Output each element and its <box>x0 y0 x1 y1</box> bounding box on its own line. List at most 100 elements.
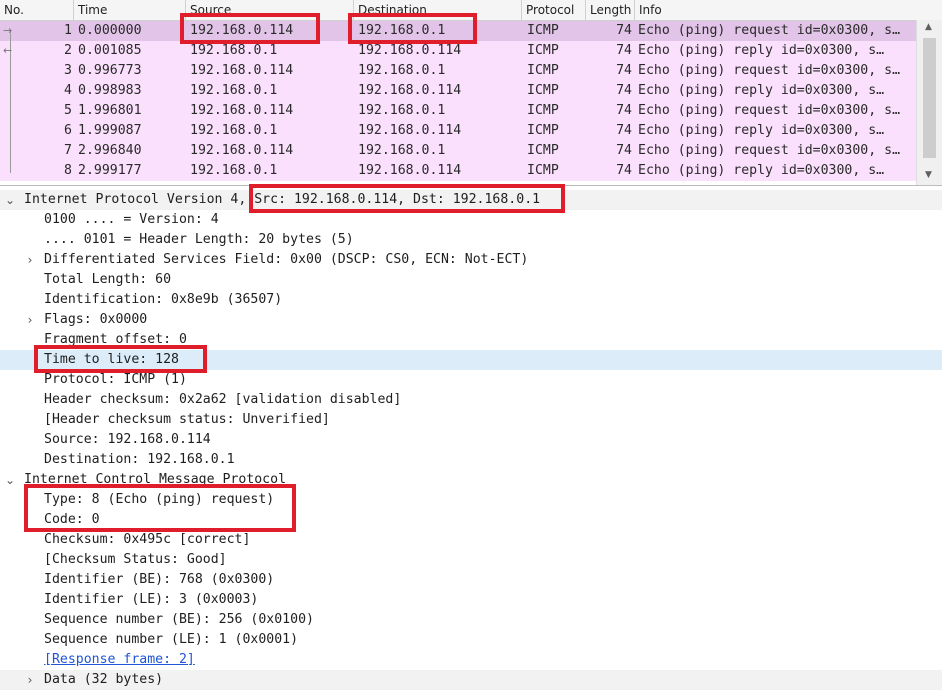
packet-length: 74 <box>616 83 632 98</box>
packet-info: Echo (ping) request id=0x0300, s… <box>638 143 901 158</box>
chevron-right-icon[interactable]: › <box>23 670 37 690</box>
packet-time: 1.996801 <box>78 103 142 118</box>
packet-row[interactable]: 6 1.999087 192.168.0.1 192.168.0.114 ICMP 74 E… <box>0 121 916 141</box>
packet-protocol: ICMP <box>527 163 559 178</box>
packet-time: 0.001085 <box>78 43 142 58</box>
chevron-down-icon[interactable]: ⌄ <box>3 190 17 210</box>
packet-length: 74 <box>616 143 632 158</box>
packet-source: 192.168.0.1 <box>190 43 278 58</box>
packet-length: 74 <box>616 123 632 138</box>
packet-destination: 192.168.0.114 <box>358 83 462 98</box>
packet-source: 192.168.0.114 <box>190 103 294 118</box>
packet-source: 192.168.0.1 <box>190 123 278 138</box>
packet-row[interactable]: 3 0.996773 192.168.0.114 192.168.0.1 ICMP 74 E… <box>0 61 916 81</box>
tree-ip-flags[interactable]: › Flags: 0x0000 <box>0 310 942 330</box>
tree-icmp-header[interactable]: ⌄ Internet Control Message Protocol <box>0 470 942 490</box>
packet-time: 0.998983 <box>78 83 142 98</box>
packet-no: 4 <box>64 83 72 98</box>
packet-row[interactable]: 1 0.000000 192.168.0.114 192.168.0.1 ICMP 74 E… <box>0 21 916 41</box>
packet-no: 5 <box>64 103 72 118</box>
packet-protocol: ICMP <box>527 143 559 158</box>
packet-length: 74 <box>616 63 632 78</box>
packet-list-scrollbar[interactable]: ▲ ▼ <box>916 20 942 185</box>
packet-source: 192.168.0.114 <box>190 63 294 78</box>
packet-protocol: ICMP <box>527 23 559 38</box>
tree-ip-destination[interactable]: Destination: 192.168.0.1 <box>0 450 942 470</box>
packet-row[interactable]: 2 0.001085 192.168.0.1 192.168.0.114 ICMP 74 E… <box>0 41 916 61</box>
packet-destination: 192.168.0.1 <box>358 143 446 158</box>
arrow-left-icon: ← <box>3 44 13 57</box>
column-header-length[interactable]: Length <box>586 0 635 20</box>
column-header-no[interactable]: No. <box>0 0 74 20</box>
tree-ip-header-length[interactable]: .... 0101 = Header Length: 20 bytes (5) <box>0 230 942 250</box>
packet-source: 192.168.0.1 <box>190 163 278 178</box>
packet-info: Echo (ping) reply id=0x0300, s… <box>638 43 885 58</box>
scrollbar-thumb[interactable] <box>923 38 936 158</box>
packet-destination: 192.168.0.114 <box>358 43 462 58</box>
packet-info: Echo (ping) request id=0x0300, s… <box>638 63 901 78</box>
tree-icmp-checksum[interactable]: Checksum: 0x495c [correct] <box>0 530 942 550</box>
tree-ipv4-header[interactable]: ⌄ Internet Protocol Version 4, Src: 192.… <box>0 190 942 210</box>
tree-ip-header-checksum[interactable]: Header checksum: 0x2a62 [validation disa… <box>0 390 942 410</box>
tree-icmp-type[interactable]: Type: 8 (Echo (ping) request) <box>0 490 942 510</box>
tree-ip-source[interactable]: Source: 192.168.0.114 <box>0 430 942 450</box>
packet-info: Echo (ping) request id=0x0300, s… <box>638 103 901 118</box>
packet-time: 1.999087 <box>78 123 142 138</box>
tree-ip-fragment-offset[interactable]: Fragment offset: 0 <box>0 330 942 350</box>
packet-time: 2.996840 <box>78 143 142 158</box>
packet-source: 192.168.0.1 <box>190 83 278 98</box>
packet-row[interactable]: 8 2.999177 192.168.0.1 192.168.0.114 ICMP 74 E… <box>0 161 916 181</box>
packet-protocol: ICMP <box>527 103 559 118</box>
packet-source: 192.168.0.114 <box>190 143 294 158</box>
tree-ip-checksum-status[interactable]: [Header checksum status: Unverified] <box>0 410 942 430</box>
column-header-destination[interactable]: Destination <box>354 0 522 20</box>
packet-list-header: No. Time Source Destination Protocol Len… <box>0 0 942 21</box>
tree-icmp-response-frame[interactable]: [Response frame: 2] <box>0 650 942 670</box>
column-header-time[interactable]: Time <box>74 0 186 20</box>
packet-info: Echo (ping) reply id=0x0300, s… <box>638 83 885 98</box>
tree-icmp-seq-le[interactable]: Sequence number (LE): 1 (0x0001) <box>0 630 942 650</box>
packet-no: 2 <box>64 43 72 58</box>
packet-time: 0.996773 <box>78 63 142 78</box>
tree-ip-identification[interactable]: Identification: 0x8e9b (36507) <box>0 290 942 310</box>
packet-row[interactable]: 7 2.996840 192.168.0.114 192.168.0.1 ICMP 74 E… <box>0 141 916 161</box>
packet-length: 74 <box>616 103 632 118</box>
tree-icmp-code[interactable]: Code: 0 <box>0 510 942 530</box>
tree-ip-dsf[interactable]: › Differentiated Services Field: 0x00 (D… <box>0 250 942 270</box>
tree-icmp-data[interactable]: › Data (32 bytes) <box>0 670 942 690</box>
tree-ip-protocol[interactable]: Protocol: ICMP (1) <box>0 370 942 390</box>
packet-protocol: ICMP <box>527 83 559 98</box>
packet-list-pane: No. Time Source Destination Protocol Len… <box>0 0 942 186</box>
packet-row[interactable]: 5 1.996801 192.168.0.114 192.168.0.1 ICMP 74 E… <box>0 101 916 121</box>
packet-destination: 192.168.0.114 <box>358 163 462 178</box>
packet-destination: 192.168.0.1 <box>358 63 446 78</box>
tree-icmp-checksum-status[interactable]: [Checksum Status: Good] <box>0 550 942 570</box>
packet-no: 1 <box>64 23 72 38</box>
packet-length: 74 <box>616 43 632 58</box>
column-header-info[interactable]: Info <box>635 0 942 20</box>
packet-details-pane: ⌄ Internet Protocol Version 4, Src: 192.… <box>0 186 942 693</box>
tree-icmp-seq-be[interactable]: Sequence number (BE): 256 (0x0100) <box>0 610 942 630</box>
tree-ip-total-length[interactable]: Total Length: 60 <box>0 270 942 290</box>
arrow-right-icon: → <box>3 24 13 37</box>
tree-ip-ttl[interactable]: Time to live: 128 <box>0 350 942 370</box>
packet-no: 8 <box>64 163 72 178</box>
packet-source: 192.168.0.114 <box>190 23 294 38</box>
tree-ip-version[interactable]: 0100 .... = Version: 4 <box>0 210 942 230</box>
column-header-source[interactable]: Source <box>186 0 354 20</box>
tree-icmp-identifier-le[interactable]: Identifier (LE): 3 (0x0003) <box>0 590 942 610</box>
column-header-protocol[interactable]: Protocol <box>522 0 586 20</box>
packet-info: Echo (ping) reply id=0x0300, s… <box>638 163 885 178</box>
chevron-down-icon[interactable]: ⌄ <box>3 470 17 490</box>
packet-protocol: ICMP <box>527 123 559 138</box>
tree-icmp-identifier-be[interactable]: Identifier (BE): 768 (0x0300) <box>0 570 942 590</box>
scroll-down-icon[interactable]: ▼ <box>925 170 932 180</box>
chevron-right-icon[interactable]: › <box>23 250 37 270</box>
scroll-up-icon[interactable]: ▲ <box>925 22 932 32</box>
packet-info: Echo (ping) reply id=0x0300, s… <box>638 123 885 138</box>
chevron-right-icon[interactable]: › <box>23 310 37 330</box>
packet-row[interactable]: 4 0.998983 192.168.0.1 192.168.0.114 ICMP 74 E… <box>0 81 916 101</box>
packet-protocol: ICMP <box>527 43 559 58</box>
response-frame-link[interactable]: [Response frame: 2] <box>44 650 195 670</box>
packet-destination: 192.168.0.1 <box>358 103 446 118</box>
